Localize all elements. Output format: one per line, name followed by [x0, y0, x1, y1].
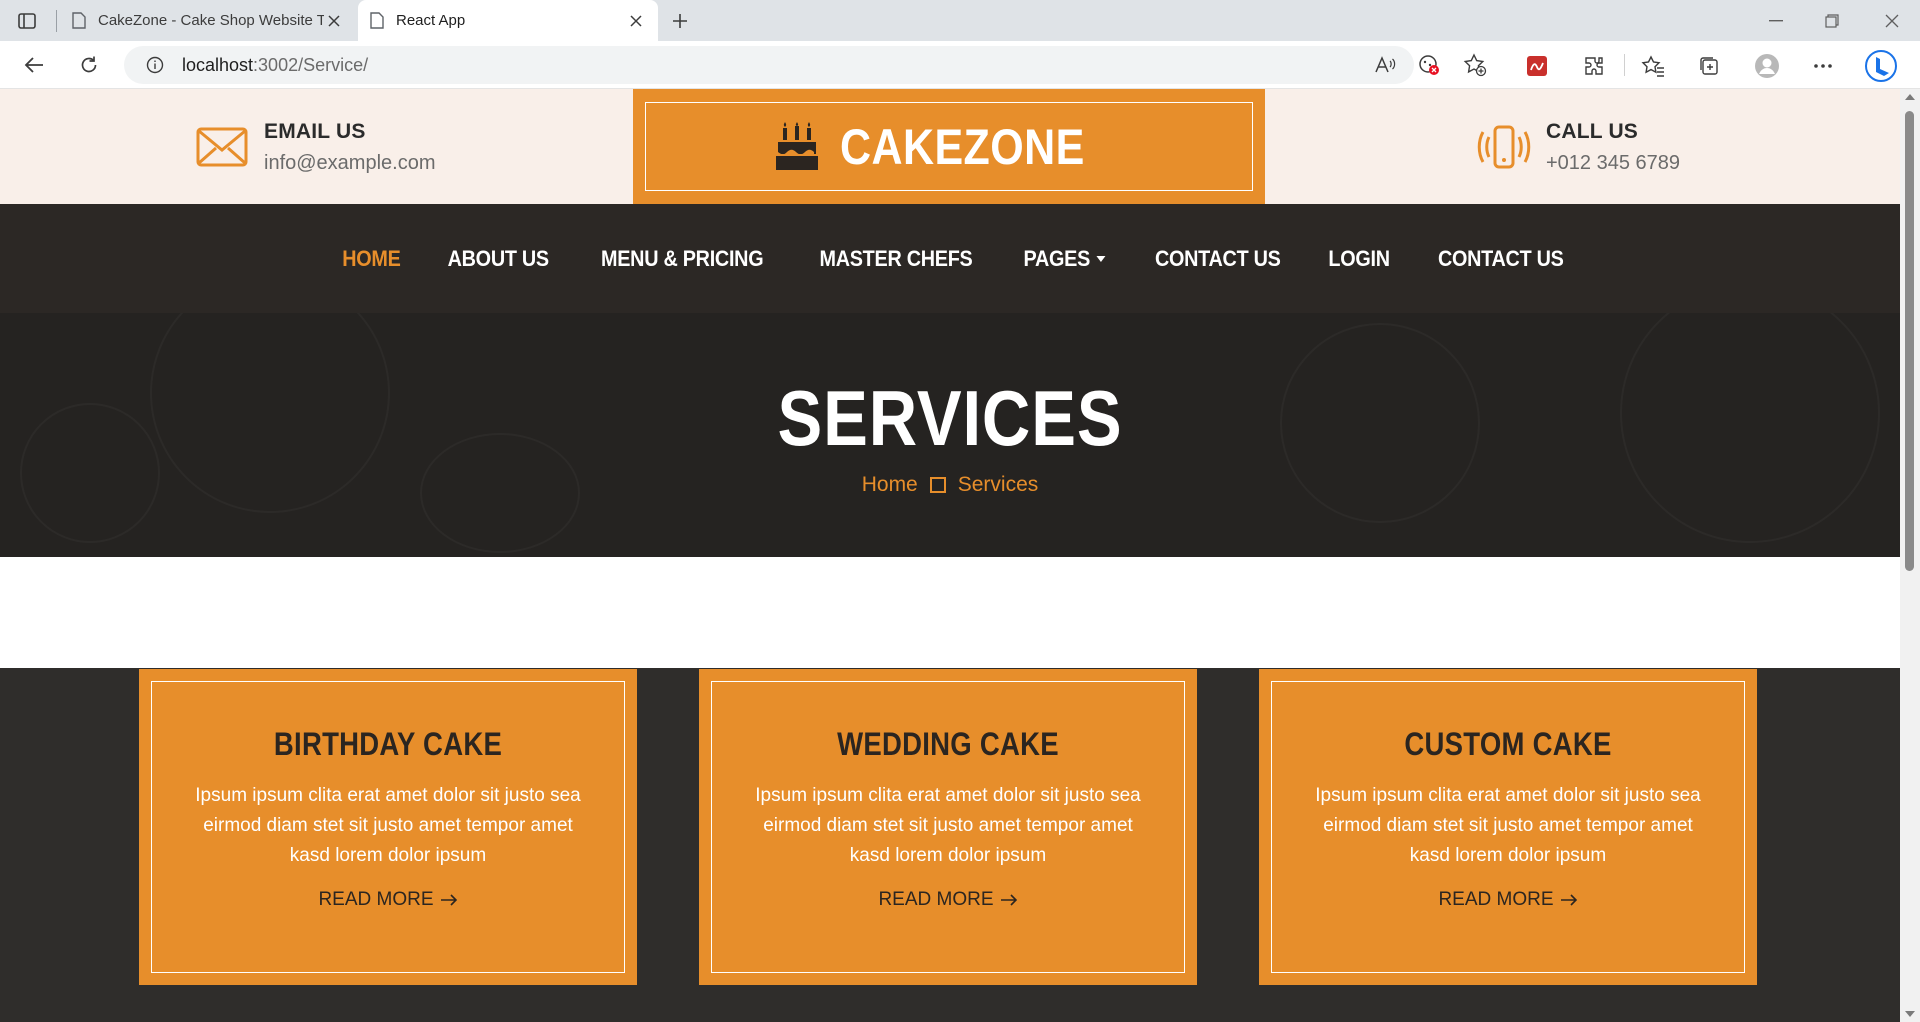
phone-label: CALL US: [1546, 119, 1639, 143]
scroll-thumb[interactable]: [1905, 111, 1914, 571]
arrow-right-icon: [1560, 894, 1577, 906]
new-tab-button[interactable]: [666, 7, 694, 35]
url-path: :3002/Service/: [253, 54, 369, 75]
back-button[interactable]: [18, 49, 50, 81]
nav-contact-us-2[interactable]: CONTACT US: [1438, 246, 1564, 272]
read-more-link[interactable]: READ MORE: [878, 889, 1017, 911]
add-favorite-icon[interactable]: [1458, 48, 1492, 82]
nav-login[interactable]: LOGIN: [1329, 246, 1391, 272]
nav-about-us[interactable]: ABOUT US: [447, 246, 549, 272]
url-host: localhost: [182, 54, 254, 75]
service-card: CUSTOM CAKE Ipsum ipsum clita erat amet …: [1259, 669, 1757, 985]
service-title: BIRTHDAY CAKE: [273, 726, 503, 762]
nav-pages-dropdown[interactable]: PAGES: [1023, 245, 1106, 272]
read-aloud-icon[interactable]: [1368, 48, 1402, 82]
service-card-frame: WEDDING CAKE Ipsum ipsum clita erat amet…: [711, 681, 1185, 973]
browser-tab-react-app[interactable]: React App: [358, 0, 658, 41]
close-window-button[interactable]: [1864, 0, 1920, 41]
close-tab-icon[interactable]: [324, 11, 344, 31]
tab-separator: [56, 10, 57, 32]
breadcrumb-home[interactable]: Home: [862, 473, 918, 497]
nav-contact-us[interactable]: CONTACT US: [1155, 246, 1281, 272]
email-label: EMAIL US: [264, 119, 366, 143]
phone-ringing-icon: [1476, 119, 1532, 175]
envelope-icon: [194, 119, 250, 175]
brand-logo-frame: CAKEZONE: [645, 102, 1253, 191]
arrow-right-icon: [440, 894, 457, 906]
tab-title: CakeZone - Cake Shop Website T: [98, 12, 324, 29]
arrow-right-icon: [1000, 894, 1017, 906]
tracking-prevention-icon[interactable]: [1412, 48, 1446, 82]
service-card-frame: CUSTOM CAKE Ipsum ipsum clita erat amet …: [1271, 681, 1745, 973]
tab-title: React App: [396, 12, 466, 29]
email-contact: EMAIL US info@example.com: [194, 119, 435, 175]
read-more-label: READ MORE: [1438, 889, 1554, 910]
services-section: BIRTHDAY CAKE Ipsum ipsum clita erat ame…: [0, 557, 1900, 1022]
extensions-icon[interactable]: [1577, 49, 1611, 83]
service-title: CUSTOM CAKE: [1404, 726, 1612, 762]
refresh-button[interactable]: [73, 49, 105, 81]
url-text: localhost:3002/Service/: [182, 55, 368, 76]
copilot-icon[interactable]: [1864, 49, 1898, 83]
service-description: Ipsum ipsum clita erat amet dolor sit ju…: [195, 785, 581, 866]
read-more-link[interactable]: READ MORE: [318, 889, 457, 911]
browser-address-bar: localhost:3002/Service/: [0, 41, 1920, 89]
profile-avatar-icon[interactable]: [1750, 49, 1784, 83]
main-navbar: HOME ABOUT US MENU & PRICING MASTER CHEF…: [0, 204, 1900, 313]
more-options-icon[interactable]: [1806, 49, 1840, 83]
tab-actions-icon[interactable]: [14, 8, 40, 34]
toolbar-separator: [1624, 54, 1625, 76]
email-value[interactable]: info@example.com: [264, 152, 435, 175]
minimize-button[interactable]: [1748, 0, 1804, 41]
scroll-up-arrow-icon[interactable]: [1905, 94, 1915, 100]
favorites-icon[interactable]: [1636, 49, 1670, 83]
brand-logo-box[interactable]: CAKEZONE: [633, 89, 1265, 204]
service-description: Ipsum ipsum clita erat amet dolor sit ju…: [755, 785, 1141, 866]
nav-pages-label: PAGES: [1023, 245, 1090, 271]
nav-master-chefs[interactable]: MASTER CHEFS: [819, 246, 972, 272]
nav-list: HOME ABOUT US MENU & PRICING MASTER CHEF…: [320, 246, 1590, 272]
service-card: BIRTHDAY CAKE Ipsum ipsum clita erat ame…: [139, 669, 637, 985]
document-icon: [72, 12, 86, 29]
page-viewport: EMAIL US info@example.com CAKEZONE CALL …: [0, 89, 1900, 1022]
birthday-cake-icon: [775, 121, 818, 170]
service-card: WEDDING CAKE Ipsum ipsum clita erat amet…: [699, 669, 1197, 985]
scroll-down-arrow-icon[interactable]: [1905, 1011, 1915, 1017]
caret-down-icon: [1096, 255, 1106, 262]
top-info-bar: EMAIL US info@example.com CAKEZONE CALL …: [0, 89, 1900, 204]
extension-app-icon[interactable]: [1520, 49, 1554, 83]
phone-value[interactable]: +012 345 6789: [1546, 152, 1680, 175]
breadcrumb: Home Services: [0, 473, 1900, 497]
read-more-label: READ MORE: [318, 889, 434, 910]
collections-icon[interactable]: [1692, 49, 1726, 83]
browser-tab-cakezone[interactable]: CakeZone - Cake Shop Website T: [60, 0, 356, 41]
page-hero: SERVICES Home Services: [0, 313, 1900, 557]
breadcrumb-separator-icon: [929, 477, 946, 493]
read-more-label: READ MORE: [878, 889, 994, 910]
service-description: Ipsum ipsum clita erat amet dolor sit ju…: [1315, 785, 1701, 866]
brand-name: CAKEZONE: [839, 118, 1085, 175]
phone-contact: CALL US +012 345 6789: [1476, 119, 1680, 175]
service-title: WEDDING CAKE: [837, 726, 1059, 762]
breadcrumb-current: Services: [957, 473, 1039, 496]
service-card-frame: BIRTHDAY CAKE Ipsum ipsum clita erat ame…: [151, 681, 625, 973]
page-title: SERVICES: [777, 374, 1123, 462]
nav-menu-pricing[interactable]: MENU & PRICING: [601, 246, 764, 272]
page-scrollbar[interactable]: [1900, 89, 1920, 1022]
nav-home[interactable]: HOME: [342, 246, 401, 272]
site-info-icon[interactable]: [146, 56, 164, 74]
url-input[interactable]: localhost:3002/Service/: [124, 46, 1414, 84]
restore-button[interactable]: [1804, 0, 1860, 41]
document-icon: [370, 12, 384, 29]
browser-tab-bar: CakeZone - Cake Shop Website T React App: [0, 0, 1920, 41]
close-tab-icon[interactable]: [626, 11, 646, 31]
read-more-link[interactable]: READ MORE: [1438, 889, 1577, 911]
